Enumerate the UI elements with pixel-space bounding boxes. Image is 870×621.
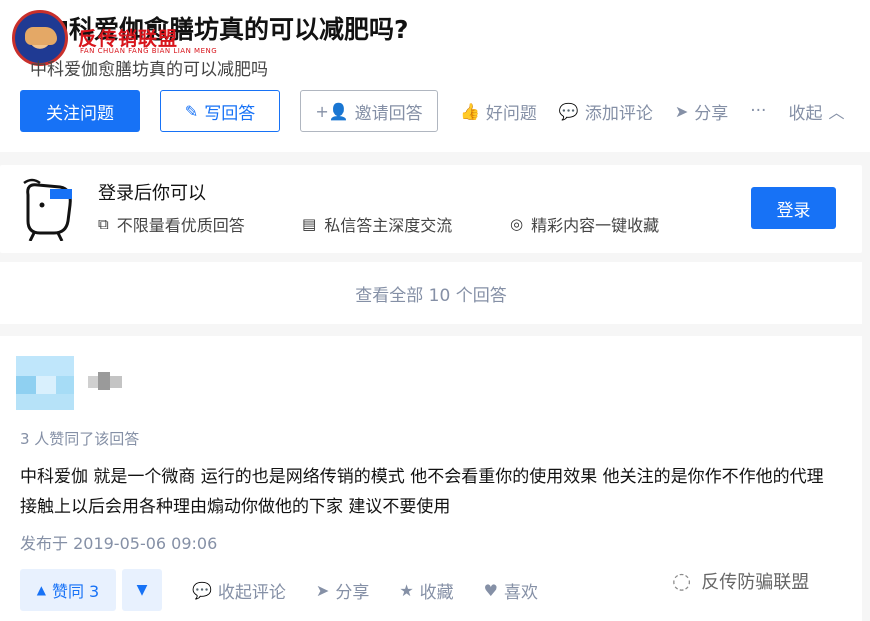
write-answer-label: 写回答 [204,103,256,124]
triangle-down-icon: ▼ [136,582,148,598]
copy-icon: ⧉ [98,215,109,233]
vote-count-text: 3 人赞同了该回答 [20,430,140,448]
vote-up-label: 赞同 3 [51,582,100,601]
question-subtitle: 中科爱伽愈膳坊真的可以减肥吗 [30,60,268,80]
comment-icon: 💬 [192,580,212,600]
feature-private-message: ▤ 私信答主深度交流 [302,212,452,236]
like-label: 喜欢 [504,582,539,603]
question-actions: 关注问题 ✎ 写回答 +👤 邀请回答 👍 好问题 💬 添加评论 ➤ 分享 ···… [20,90,844,132]
answer-content: 中科爱伽 就是一个微商 运行的也是网络传销的模式 他不会看重你的使用效果 他关注… [20,467,824,517]
watermark-text: 反传防骗联盟 [701,572,810,593]
feature-label: 精彩内容一键收藏 [531,216,660,235]
hand-icon [25,27,57,45]
good-question-label: 好问题 [485,103,537,124]
thumbs-up-icon: 👍 [460,101,480,121]
wechat-icon: ◌ [672,568,692,594]
answer-actions: ▲ 赞同 3 ▼ 💬 收起评论 ➤ 分享 ★ 收藏 ♥ 喜欢 [20,569,538,611]
more-button[interactable]: ··· [750,101,766,121]
favorite-label: 收藏 [419,582,454,603]
free-badge-icon: ◎ [510,215,524,233]
vote-up-button[interactable]: ▲ 赞同 3 [20,569,116,611]
add-comment-button[interactable]: 💬 添加评论 [559,99,653,124]
feature-unlimited-answers: ⧉ 不限量看优质回答 [98,212,245,236]
like-button[interactable]: ♥ 喜欢 [484,578,538,603]
zhihu-mascot-icon [23,178,72,241]
collapse-comments-label: 收起评论 [217,582,286,603]
vote-down-button[interactable]: ▼ [122,569,162,611]
feature-favorite: ◎ 精彩内容一键收藏 [510,212,659,236]
write-answer-button[interactable]: ✎ 写回答 [160,90,280,132]
share-answer-button[interactable]: ➤ 分享 [316,578,369,603]
collapse-button[interactable]: 收起 ︿ [788,99,844,124]
login-title: 登录后你可以 [98,183,206,204]
login-card: 登录后你可以 ⧉ 不限量看优质回答 ▤ 私信答主深度交流 ◎ 精彩内容一键收藏 … [0,165,862,253]
login-button[interactable]: 登录 [751,187,836,229]
follow-question-button[interactable]: 关注问题 [20,90,140,132]
paper-plane-icon: ➤ [674,101,689,121]
collapse-comments-button[interactable]: 💬 收起评论 [192,578,286,603]
avatar[interactable] [16,356,74,410]
triangle-up-icon: ▲ [36,583,46,597]
view-all-answers-button[interactable]: 查看全部 10 个回答 [0,262,862,324]
question-header: 中科爱伽愈膳坊真的可以减肥吗? 反传销联盟 FAN CHUAN FANG BIA… [0,0,870,152]
heart-icon: ♥ [483,580,499,600]
star-icon: ★ [399,580,414,600]
invite-answer-label: 邀请回答 [354,103,423,124]
share-label: 分享 [335,582,370,603]
share-question-button[interactable]: ➤ 分享 [675,99,728,124]
share-label: 分享 [694,103,729,124]
chevron-up-icon: ︿ [828,103,845,122]
pencil-icon: ✎ [184,101,199,121]
publish-time[interactable]: 发布于 2019-05-06 09:06 [20,530,217,554]
logo-text-en: FAN CHUAN FANG BIAN LIAN MENG [80,47,218,55]
comment-icon: 💬 [558,101,579,121]
paper-plane-icon: ➤ [315,580,330,600]
feature-label: 不限量看优质回答 [116,216,245,235]
wechat-watermark: ◌ 反传防骗联盟 [672,568,809,594]
message-icon: ▤ [302,215,317,233]
collapse-label: 收起 [788,103,823,124]
feature-label: 私信答主深度交流 [324,216,453,235]
add-user-icon: +👤 [315,101,349,121]
favorite-button[interactable]: ★ 收藏 [399,578,453,603]
good-question-button[interactable]: 👍 好问题 [460,99,537,124]
author-name-blurred[interactable] [88,372,122,390]
add-comment-label: 添加评论 [584,103,653,124]
invite-answer-button[interactable]: +👤 邀请回答 [300,90,438,132]
